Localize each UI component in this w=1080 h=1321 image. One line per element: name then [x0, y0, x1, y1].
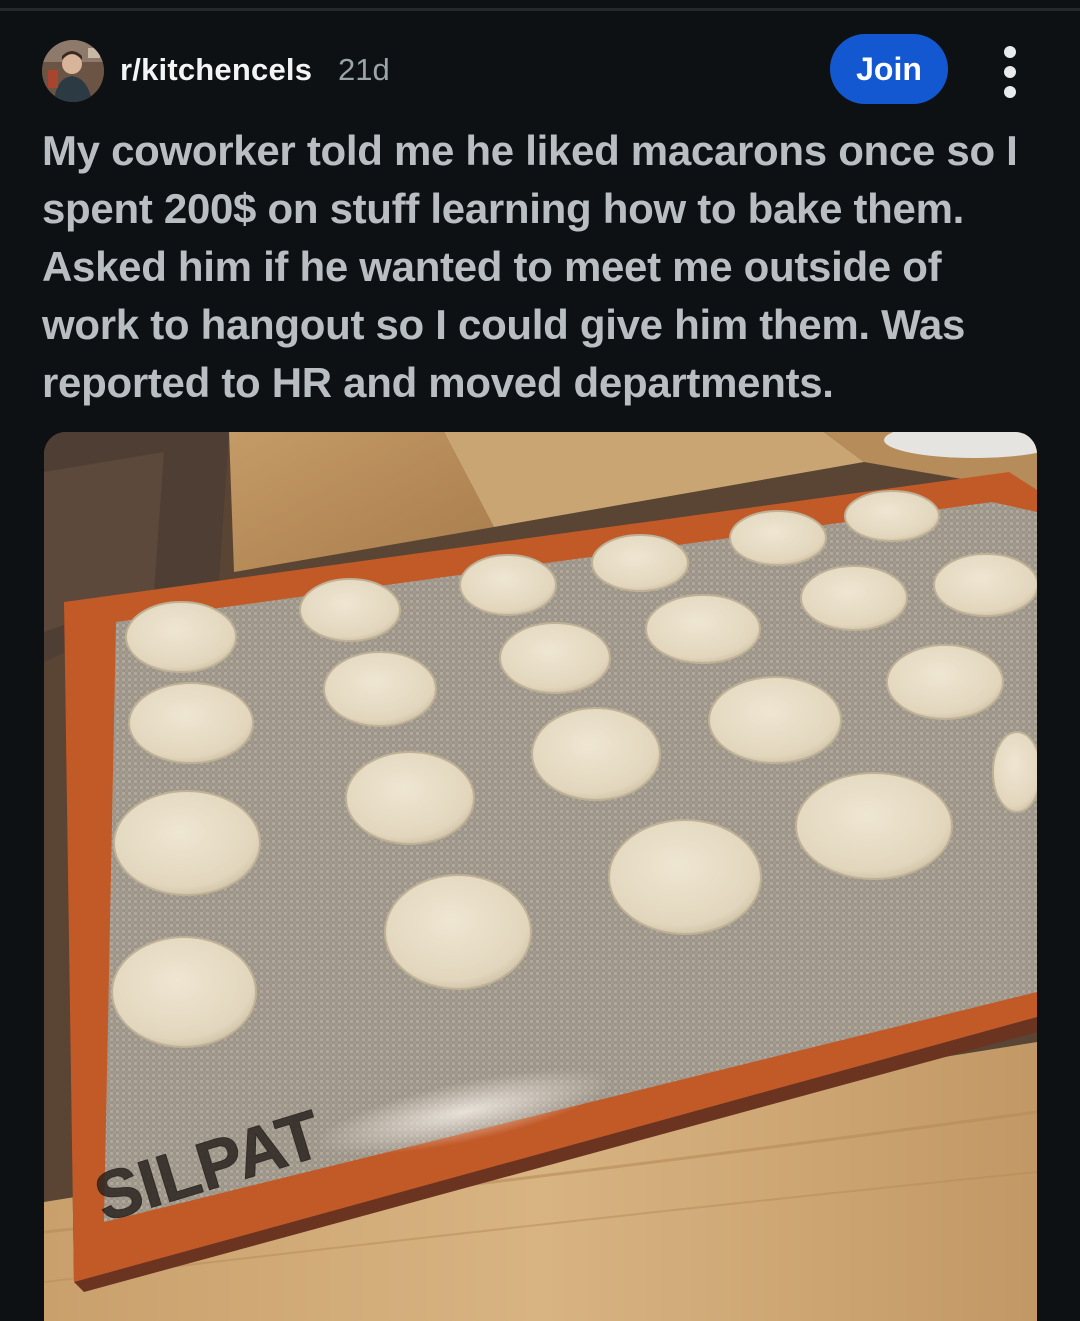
post-header: r/kitchencels 21d Join	[42, 34, 1042, 104]
subreddit-avatar[interactable]	[42, 40, 104, 102]
more-vertical-icon[interactable]	[990, 46, 1030, 98]
post-card[interactable]: r/kitchencels 21d Join My coworker told …	[0, 0, 1080, 1321]
post-title[interactable]: My coworker told me he liked macarons on…	[42, 122, 1042, 412]
subreddit-name[interactable]: r/kitchencels	[120, 52, 312, 88]
join-button[interactable]: Join	[830, 34, 948, 104]
post-image[interactable]: SILPAT	[44, 432, 1037, 1321]
post-age: 21d	[338, 52, 390, 87]
